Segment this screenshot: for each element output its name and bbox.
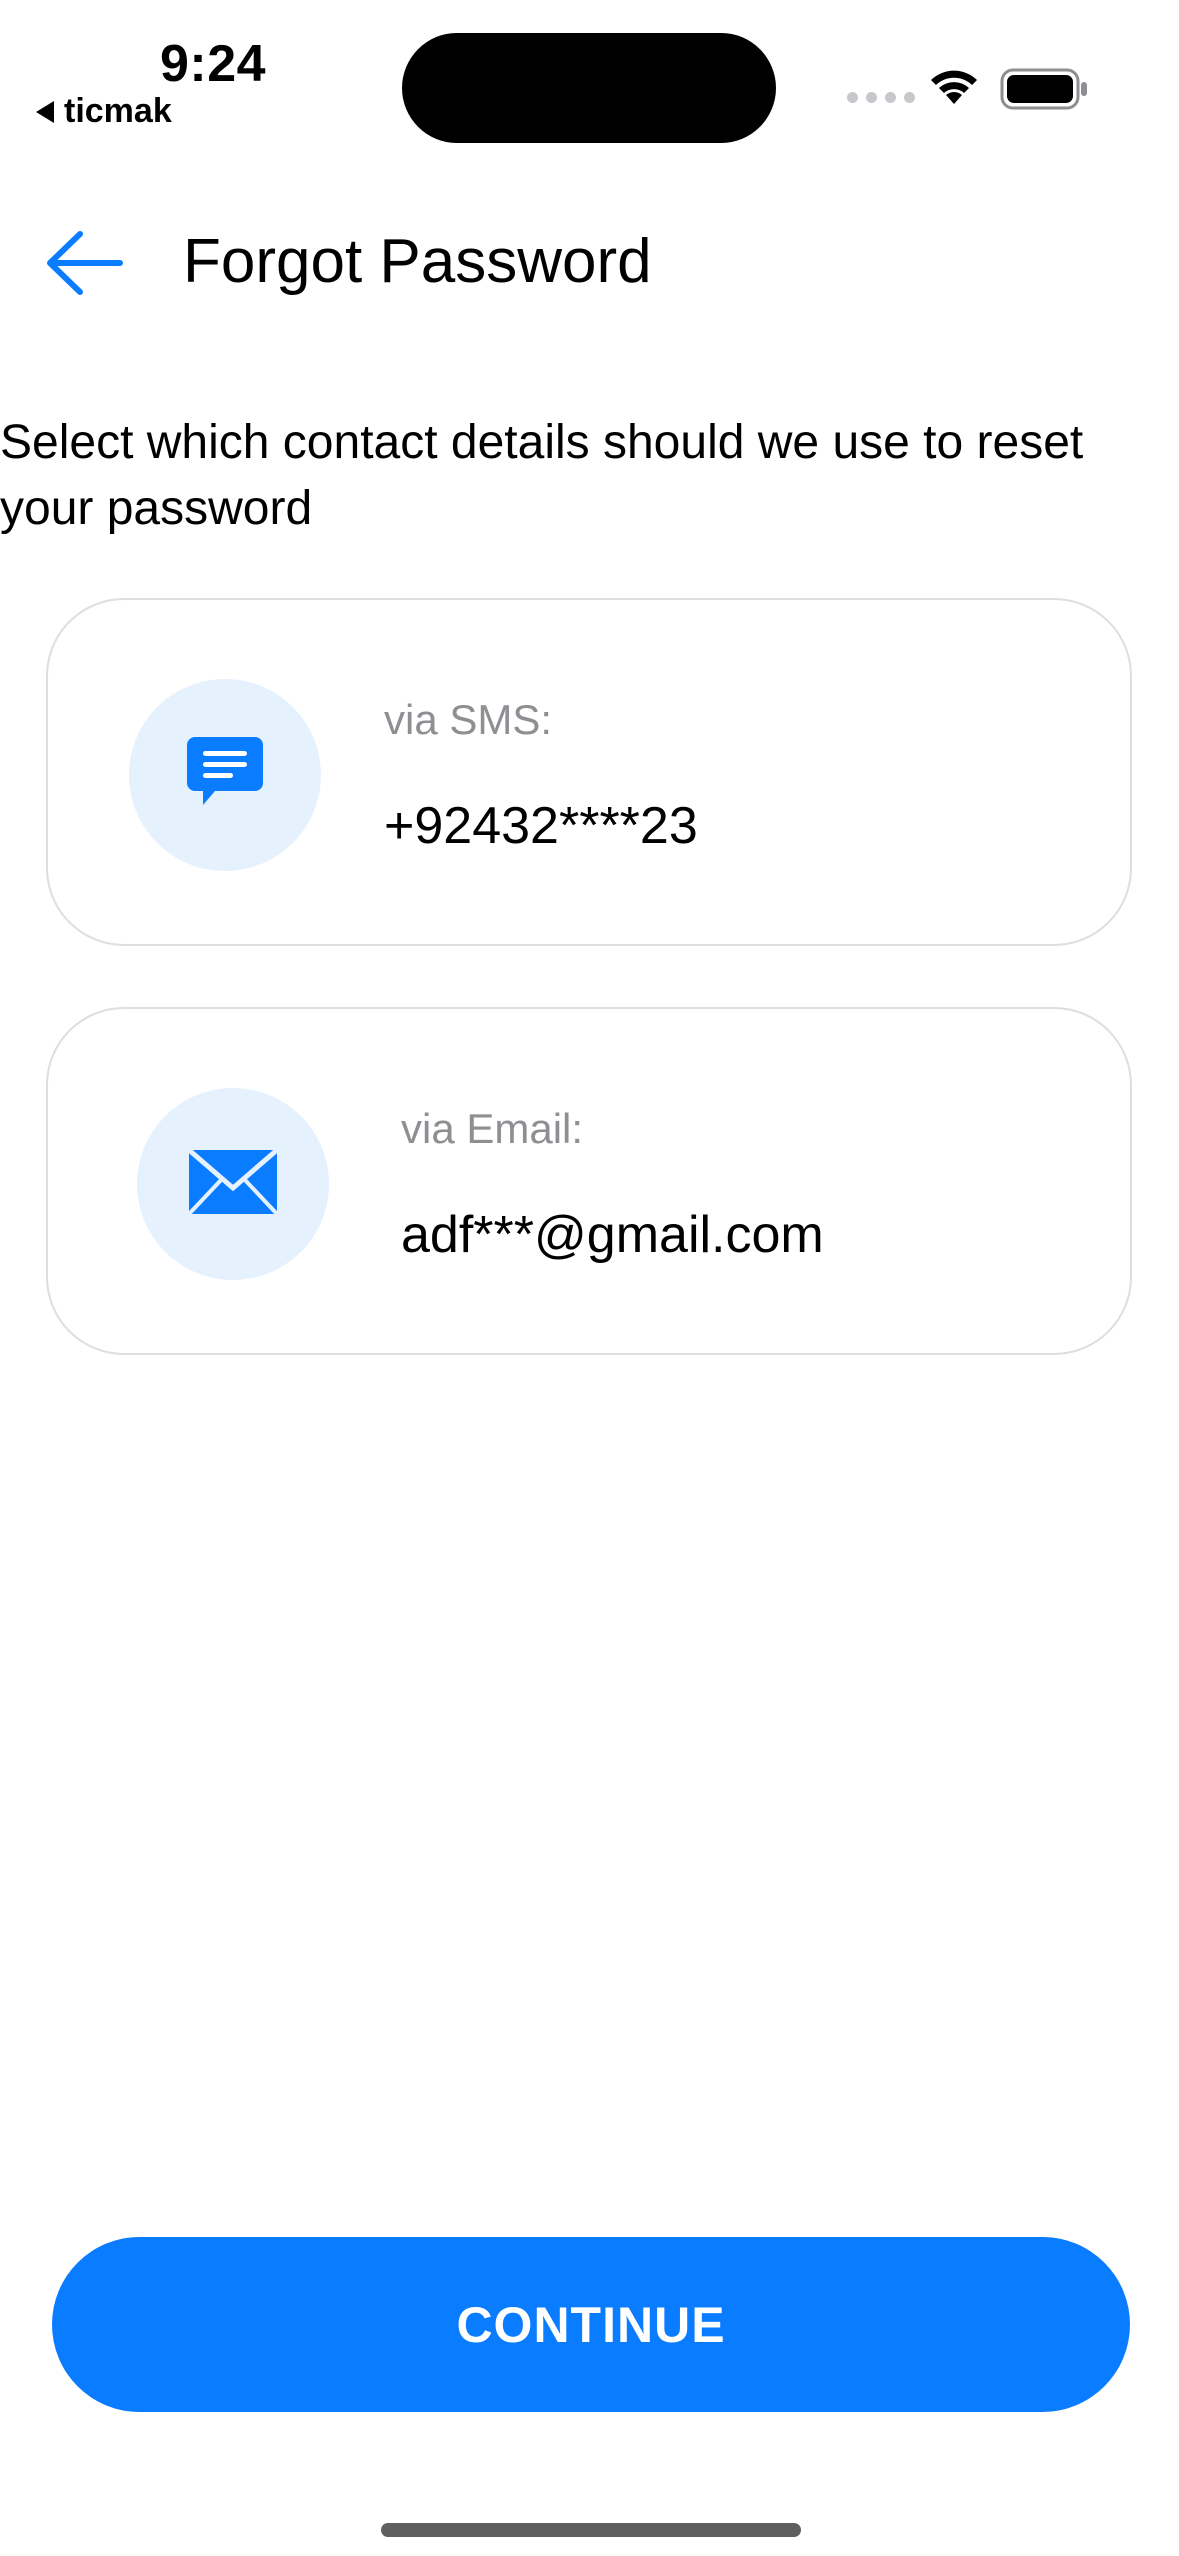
cellular-signal-icon	[847, 92, 915, 103]
instruction-text: Select which contact details should we u…	[0, 416, 1084, 535]
email-icon-circle	[137, 1088, 329, 1280]
email-option-label: via Email:	[401, 1105, 584, 1152]
home-indicator[interactable]	[381, 2523, 801, 2537]
wifi-icon	[926, 64, 982, 113]
status-time: 9:24	[160, 35, 267, 93]
dynamic-island	[402, 33, 776, 143]
message-icon	[185, 735, 265, 816]
back-to-app-link[interactable]: ticmak	[36, 92, 172, 131]
back-app-label: ticmak	[64, 92, 172, 130]
sms-icon-circle	[129, 679, 321, 871]
back-triangle-icon	[36, 100, 54, 123]
sms-option-value: +92432****23	[384, 797, 698, 855]
back-arrow-icon[interactable]	[44, 228, 124, 303]
email-option-card[interactable]: via Email: adf***@gmail.com	[46, 1007, 1132, 1355]
page-title: Forgot Password	[183, 227, 652, 296]
battery-icon	[1000, 68, 1090, 115]
sms-option-label: via SMS:	[384, 696, 553, 743]
continue-button[interactable]: CONTINUE	[52, 2237, 1130, 2412]
mail-icon	[185, 1146, 281, 1223]
sms-option-card[interactable]: via SMS: +92432****23	[46, 598, 1132, 946]
email-option-value: adf***@gmail.com	[401, 1206, 824, 1264]
